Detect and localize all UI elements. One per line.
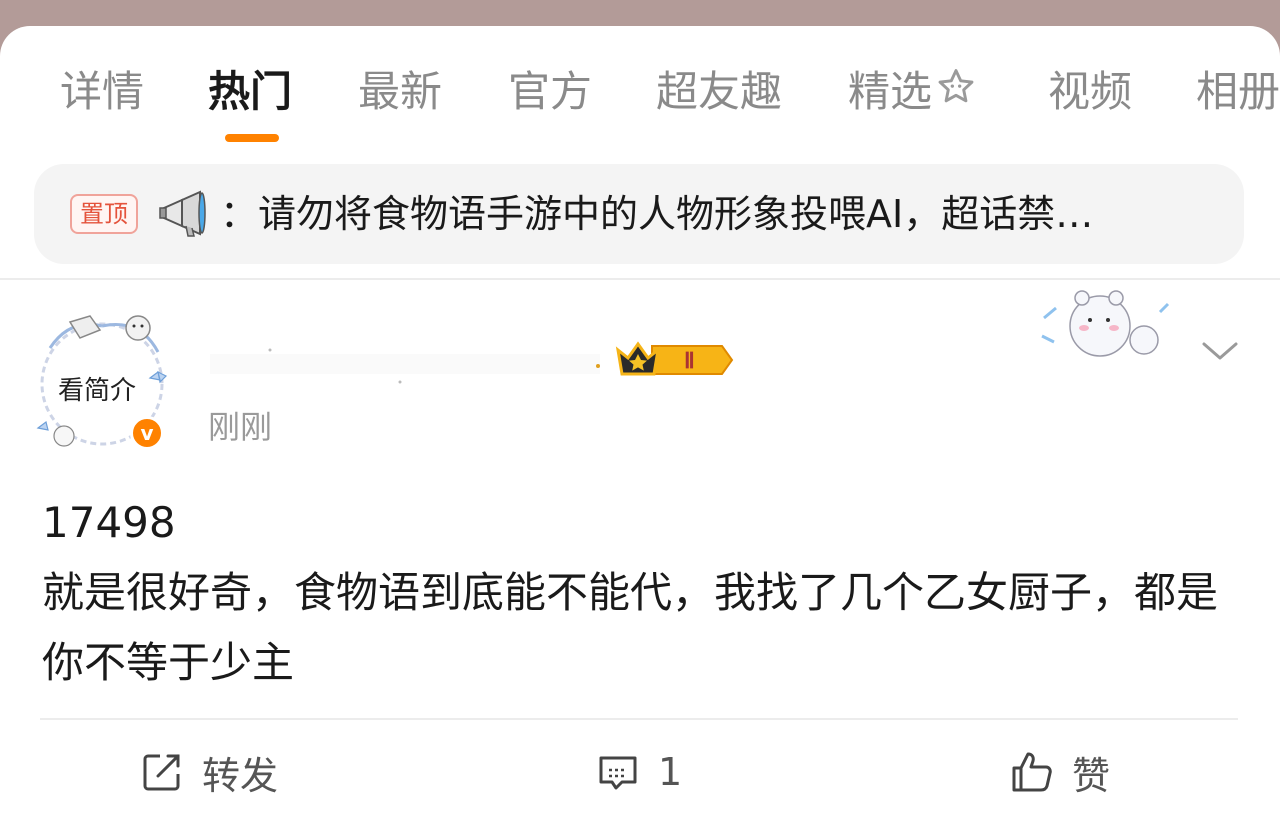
thumbs-up-icon xyxy=(1012,752,1052,792)
megaphone-icon xyxy=(159,190,206,237)
vip-crown-badge: Ⅱ xyxy=(615,341,734,376)
like-label: 赞 xyxy=(1072,753,1111,798)
post-card: 详情 热门 最新 官方 超友趣 精选 视频 相册 置顶 ：请勿将食物语手游中的人… xyxy=(0,26,1280,838)
tab-album[interactable]: 相册 xyxy=(1196,64,1280,120)
pinned-badge: 置顶 xyxy=(70,194,138,234)
tab-featured[interactable]: 精选 xyxy=(848,64,978,120)
bear-sticker-icon xyxy=(1041,290,1170,357)
post-line-text: 就是很好奇，食物语到底能不能代，我找了几个乙女厨子，都是你不等于少主 xyxy=(42,568,1219,687)
star-icon xyxy=(938,69,974,103)
tab-super-fun[interactable]: 超友趣 xyxy=(656,64,782,120)
tab-hot[interactable]: 热门 xyxy=(208,64,292,120)
active-tab-indicator xyxy=(225,134,279,142)
username-redacted[interactable] xyxy=(210,344,600,384)
tab-latest[interactable]: 最新 xyxy=(358,64,442,120)
tab-details[interactable]: 详情 xyxy=(60,64,144,120)
post-content: 17498 就是很好奇，食物语到底能不能代，我找了几个乙女厨子，都是你不等于少主 xyxy=(42,488,1242,698)
repost-button[interactable]: 转发 xyxy=(140,744,278,800)
tab-featured-label: 精选 xyxy=(848,67,933,116)
comment-icon xyxy=(599,756,637,790)
verified-v-icon: v xyxy=(130,416,164,450)
pinned-notice[interactable]: 置顶 ：请勿将食物语手游中的人物形象投喂AI，超话禁… xyxy=(34,164,1244,264)
tab-official[interactable]: 官方 xyxy=(508,64,592,120)
post-time: 刚刚 xyxy=(208,408,273,446)
avatar[interactable]: 看简介 v xyxy=(30,308,180,458)
comment-count: 1 xyxy=(658,750,683,794)
comment-button[interactable]: 1 xyxy=(596,744,682,800)
divider xyxy=(0,278,1280,280)
vip-level-label: Ⅱ xyxy=(684,348,695,373)
avatar-label: 看简介 xyxy=(58,376,137,406)
post-line-number: 17498 xyxy=(42,498,176,547)
repost-icon xyxy=(143,754,180,791)
pinned-text: ：请勿将食物语手游中的人物形象投喂AI，超话禁… xyxy=(220,192,1094,236)
tab-bar: 详情 热门 最新 官方 超友趣 精选 视频 相册 xyxy=(0,64,1280,124)
tab-video[interactable]: 视频 xyxy=(1048,64,1132,120)
chevron-down-icon[interactable] xyxy=(1200,336,1240,366)
like-button[interactable]: 赞 xyxy=(1010,744,1110,800)
divider xyxy=(40,718,1238,720)
repost-label: 转发 xyxy=(202,753,279,798)
